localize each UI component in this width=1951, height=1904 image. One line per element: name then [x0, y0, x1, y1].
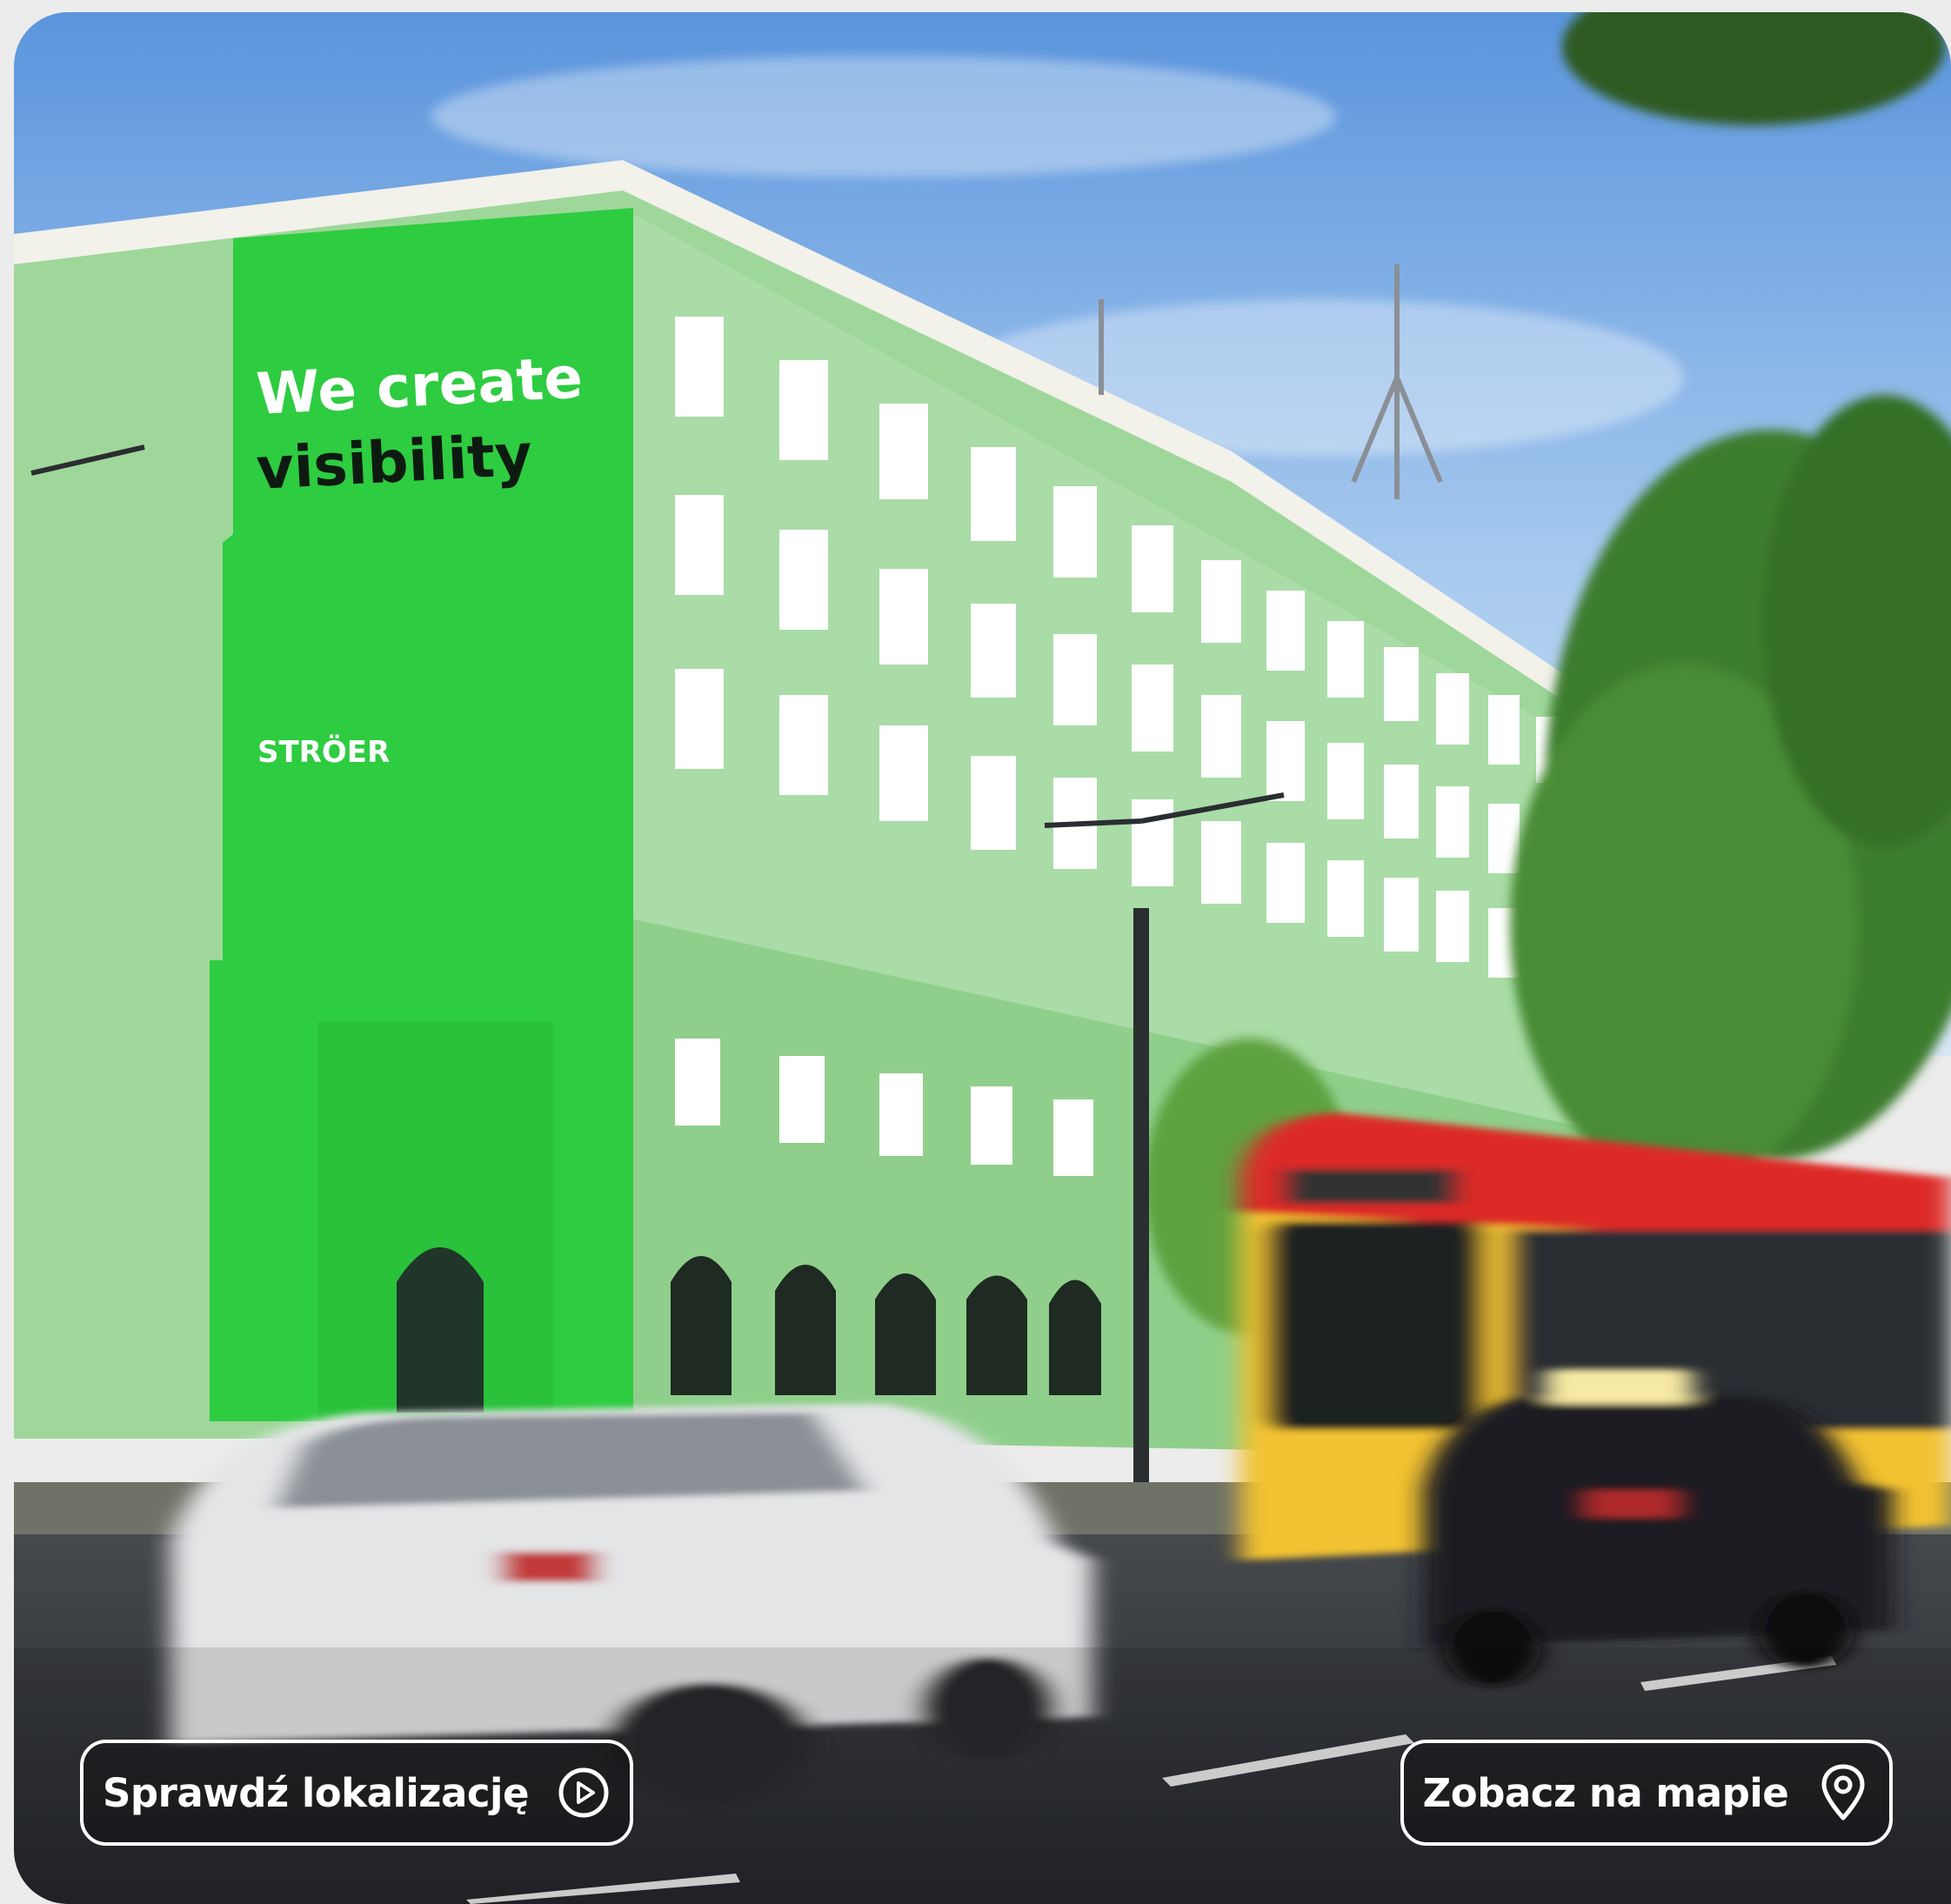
see-on-map-button[interactable]: Zobacz na mapie	[1400, 1740, 1893, 1846]
check-location-label: Sprawdź lokalizację	[103, 1769, 529, 1816]
check-location-button[interactable]: Sprawdź lokalizację	[80, 1740, 633, 1846]
street-photo: We create visibility STRÖER	[14, 12, 1951, 1904]
billboard-brand-logo: STRÖER	[257, 734, 390, 770]
map-pin-icon	[1816, 1764, 1870, 1820]
billboard-mural: We create visibility STRÖER	[210, 208, 633, 1421]
play-circle-icon	[557, 1766, 611, 1820]
location-photo-card: We create visibility STRÖER Sprawdź loka…	[14, 12, 1951, 1904]
see-on-map-label: Zobacz na mapie	[1422, 1769, 1789, 1816]
